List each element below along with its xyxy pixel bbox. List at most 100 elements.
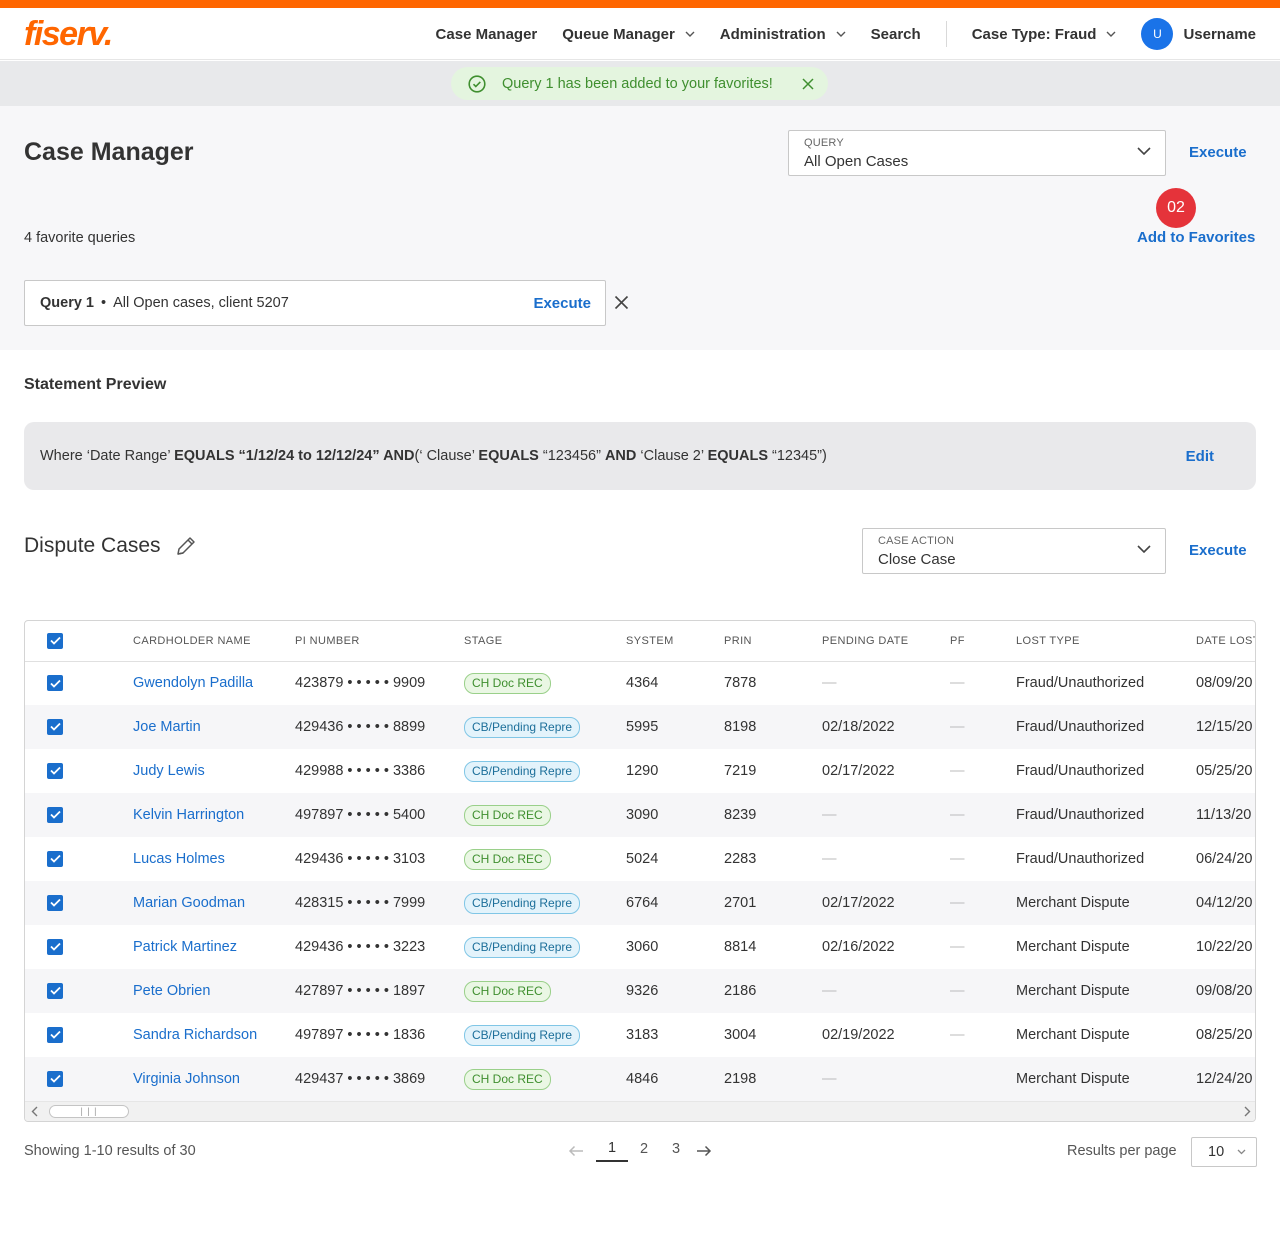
user-menu[interactable]: U Username — [1141, 18, 1256, 50]
avatar: U — [1141, 18, 1174, 50]
column-header[interactable]: PI NUMBER — [295, 621, 464, 662]
table-row[interactable]: Pete Obrien 427897 • • • • • 1897 CH Doc R… — [25, 969, 1255, 1013]
nav-administration[interactable]: Administration — [720, 26, 846, 43]
close-icon[interactable] — [802, 77, 814, 90]
system-value: 4364 — [626, 675, 659, 692]
select-all-checkbox[interactable] — [47, 632, 63, 649]
pi-number: 423879 • • • • • 9909 — [295, 675, 426, 692]
cardholder-name-link[interactable]: Kelvin Harrington — [133, 807, 244, 823]
stage-badge: CH Doc REC — [464, 848, 551, 870]
favorite-query-description: All Open cases, client 5207 — [113, 295, 289, 311]
column-header[interactable]: DATE LOST — [1196, 621, 1255, 662]
results-per-page-label: Results per page — [1067, 1143, 1177, 1159]
column-header[interactable]: STAGE — [464, 621, 626, 662]
horizontal-scrollbar[interactable]: | | | — [25, 1101, 1255, 1121]
execute-query-button[interactable]: Execute — [1189, 144, 1247, 161]
cardholder-name-link[interactable]: Lucas Holmes — [133, 851, 225, 867]
pf-value: — — [950, 675, 965, 692]
row-checkbox[interactable] — [47, 938, 63, 955]
cardholder-name-link[interactable]: Gwendolyn Padilla — [133, 675, 253, 691]
cardholder-name-link[interactable]: Marian Goodman — [133, 895, 245, 911]
scroll-left-icon[interactable] — [31, 1106, 38, 1117]
row-checkbox[interactable] — [47, 850, 63, 867]
execute-case-action-button[interactable]: Execute — [1189, 542, 1247, 559]
prin-value: 2198 — [724, 1057, 822, 1101]
date-lost: 12/24/20 — [1196, 1057, 1255, 1101]
nav-queue-manager[interactable]: Queue Manager — [562, 26, 695, 43]
row-checkbox[interactable] — [47, 675, 63, 691]
row-checkbox[interactable] — [47, 762, 63, 779]
pending-date: 02/19/2022 — [822, 1027, 895, 1043]
row-checkbox[interactable] — [47, 1070, 63, 1087]
case-type-dropdown[interactable]: Case Type: Fraud — [972, 26, 1117, 43]
table-row[interactable]: Patrick Martinez 429436 • • • • • 3223 CB/… — [25, 925, 1255, 969]
row-checkbox[interactable] — [47, 806, 63, 823]
prev-page-button[interactable] — [564, 1145, 588, 1157]
column-header[interactable]: PF — [950, 621, 1016, 662]
nav-case-manager[interactable]: Case Manager — [436, 26, 538, 43]
cardholder-name-link[interactable]: Sandra Richardson — [133, 1027, 257, 1043]
checkmark-icon — [49, 1075, 61, 1084]
page-3-button[interactable]: 3 — [660, 1141, 692, 1161]
statement-fragment: “12345”) — [768, 448, 827, 464]
table-row[interactable]: Sandra Richardson 497897 • • • • • 1836 CB… — [25, 1013, 1255, 1057]
page-1-button[interactable]: 1 — [596, 1140, 628, 1162]
lost-type: Merchant Dispute — [1016, 1027, 1130, 1043]
row-checkbox[interactable] — [47, 1026, 63, 1043]
table-row[interactable]: Gwendolyn Padilla 423879 • • • • • 9909 CH… — [25, 661, 1255, 705]
nav-label: Case Manager — [435, 25, 538, 43]
page-2-button[interactable]: 2 — [628, 1141, 660, 1161]
scrollbar-thumb[interactable]: | | | — [49, 1105, 129, 1118]
results-per-page-value: 10 — [1208, 1144, 1225, 1160]
prin-value: 2186 — [724, 969, 822, 1013]
column-header[interactable]: LOST TYPE — [1016, 621, 1196, 662]
fiserv-logo[interactable]: fiserv. — [24, 16, 113, 52]
table-row[interactable]: Joe Martin 429436 • • • • • 8899 CB/Pendin… — [25, 705, 1255, 749]
table-row[interactable]: Marian Goodman 428315 • • • • • 7999 CB/Pe… — [25, 881, 1255, 925]
case-action-label: CASE ACTION — [878, 535, 955, 547]
system-value: 9326 — [626, 969, 724, 1013]
table-row[interactable]: Virginia Johnson 429437 • • • • • 3869 CH … — [25, 1057, 1255, 1101]
cardholder-name-link[interactable]: Judy Lewis — [133, 763, 205, 779]
results-per-page-select[interactable]: 10 — [1191, 1137, 1257, 1167]
add-to-favorites-button[interactable]: Add to Favorites — [1137, 229, 1255, 246]
nav-label: Search — [870, 25, 921, 43]
nav-label: Administration — [719, 25, 826, 43]
stage-badge: CB/Pending Repre — [464, 892, 581, 914]
column-header[interactable]: PRIN — [724, 621, 822, 662]
column-header[interactable]: SYSTEM — [626, 621, 724, 662]
case-action-select[interactable]: CASE ACTION Close Case — [862, 528, 1166, 574]
row-checkbox[interactable] — [47, 982, 63, 999]
remove-favorite-icon[interactable] — [614, 295, 629, 310]
table-row[interactable]: Lucas Holmes 429436 • • • • • 3103 CH Doc … — [25, 837, 1255, 881]
cardholder-name-link[interactable]: Pete Obrien — [133, 983, 210, 999]
row-checkbox[interactable] — [47, 718, 63, 735]
chevron-down-icon — [836, 31, 846, 37]
scroll-right-icon[interactable] — [1244, 1106, 1251, 1117]
nav-search[interactable]: Search — [871, 26, 921, 43]
cardholder-name-link[interactable]: Patrick Martinez — [133, 939, 237, 955]
column-header[interactable]: CARDHOLDER NAME — [133, 621, 295, 662]
prin-value: 2701 — [724, 881, 822, 925]
toast-message: Query 1 has been added to your favorites… — [502, 75, 773, 92]
system-value: 4846 — [626, 1057, 724, 1101]
statement-keyword: AND — [604, 448, 637, 464]
pf-value: — — [950, 1027, 965, 1043]
edit-statement-button[interactable]: Edit — [1186, 448, 1214, 465]
table-row[interactable]: Judy Lewis 429988 • • • • • 3386 CB/Pendin… — [25, 749, 1255, 793]
column-header[interactable]: PENDING DATE — [822, 621, 950, 662]
checkmark-icon — [49, 899, 61, 908]
date-lost: 05/25/20 — [1196, 763, 1253, 779]
table-row[interactable]: Kelvin Harrington 497897 • • • • • 5400 CH… — [25, 793, 1255, 837]
step-badge: 02 — [1156, 188, 1196, 228]
cardholder-name-link[interactable]: Joe Martin — [133, 719, 201, 735]
execute-favorite-button[interactable]: Execute — [533, 295, 591, 312]
statement-fragment: (‘ Clause’ — [414, 448, 479, 464]
query-select[interactable]: QUERY All Open Cases — [788, 130, 1166, 176]
edit-pencil-icon[interactable] — [175, 535, 197, 557]
cardholder-name-link[interactable]: Virginia Johnson — [133, 1071, 240, 1087]
stage-badge: CH Doc REC — [464, 1068, 551, 1090]
pi-number: 427897 • • • • • 1897 — [295, 969, 464, 1013]
next-page-button[interactable] — [692, 1145, 716, 1157]
row-checkbox[interactable] — [47, 894, 63, 911]
